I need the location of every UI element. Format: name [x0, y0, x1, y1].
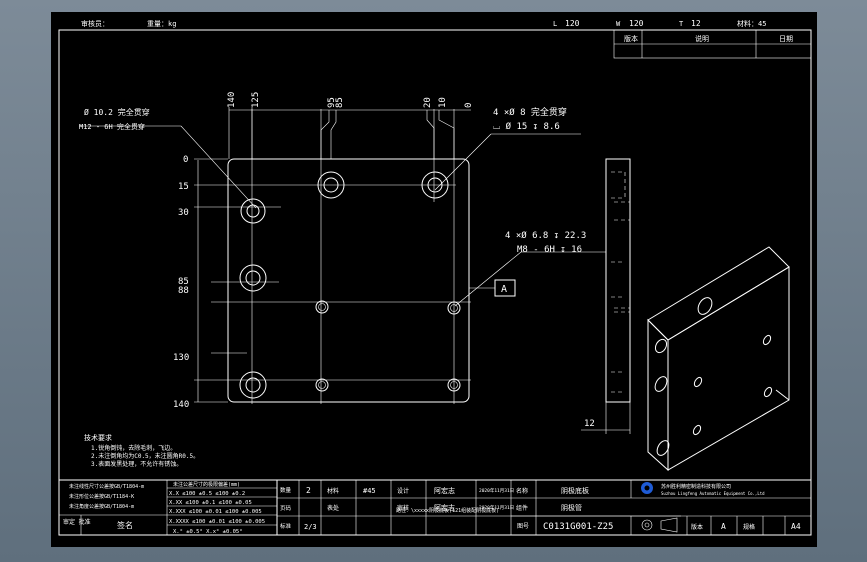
title-block: 数量 2 材料 #45 设计 阿宏志 2020年11月31日 名称 阴极底板 苏…: [276, 479, 812, 536]
callout-cbore-line2: ⌴ Ø 15 ↧ 8.6: [493, 121, 560, 132]
notes-line-2: 2.未注倒角均为C0.5，未注圆角R0.5。: [91, 452, 199, 460]
rev-header-desc: 说明: [695, 34, 709, 43]
m8-hole-1: [315, 300, 329, 314]
tb-design-date: 2020年11月31日: [479, 487, 514, 494]
tol-left-3: 未注角度公差按GB/T1804-m: [69, 503, 134, 510]
plate-outline: [227, 158, 470, 403]
rev-header-date: 日期: [779, 35, 793, 43]
top-w-label: W: [616, 20, 621, 28]
dim-side-12: 12: [584, 419, 595, 429]
top-material: 材料：45: [737, 19, 766, 28]
tb-assembly-label: 组件: [516, 504, 528, 512]
iso-hole-3: [762, 334, 772, 346]
tb-version-value: A: [721, 522, 726, 531]
callout-m12-line1: Ø 10.2 完全贯穿: [84, 107, 150, 117]
top-l-value: 120: [565, 19, 580, 28]
tb-part-no-label: 图号: [517, 523, 529, 530]
tb-part-name: 阴极底板: [561, 486, 589, 495]
drawing-canvas: 审核员： 重量：kg L 120 W 120 T 12 材料：45 版本 说明 …: [58, 19, 812, 536]
tb-qty-value: 2: [306, 486, 311, 495]
iso-hole-8: [656, 440, 670, 456]
callout-m8-line1: 4 ×Ø 6.8 ↧ 22.3: [505, 230, 586, 241]
projection-symbol-icon: [641, 517, 678, 533]
iso-hole-6: [763, 386, 773, 398]
dim-left-130: 130: [173, 353, 189, 363]
callout-m12-line2: M12 - 6H 完全贯穿: [79, 122, 145, 131]
tol-row-5: X.° ±0.5° X.x° ±0.05°: [173, 529, 243, 535]
iso-hole-4: [654, 376, 668, 392]
tb-size-value: A4: [791, 522, 801, 531]
m8-hole-3: [315, 378, 329, 392]
tb-company-en: Suzhou Lingfeng Automatic Equipment Co.,…: [661, 491, 765, 496]
tol-row-4: X.XXXX ≤100 ±0.01 ≤100 ±0.005: [169, 519, 265, 525]
top-w-value: 120: [629, 19, 644, 28]
notes-line-3: 3.表面发黑处理，不允许有锈蚀。: [91, 460, 182, 468]
tb-version-label: 版本: [691, 523, 703, 531]
tb-page-label: 页码: [280, 504, 292, 512]
tolerance-table: 未注线性尺寸公差按GB/T1804-m 未注形位公差按GB/T1184-K 未注…: [58, 479, 278, 536]
datum-label: A: [501, 284, 507, 295]
tol-approve-label: 审定 批准: [63, 518, 91, 526]
iso-hole-2: [654, 338, 668, 354]
technical-notes: 技术要求 1.锐角倒钝，去除毛刺，飞边。 2.未注倒角均为C0.5，未注圆角R0…: [84, 433, 199, 468]
side-view: 12: [581, 158, 631, 434]
tb-material-value: #45: [363, 487, 376, 495]
tol-left-2: 未注形位公差按GB/T1184-K: [69, 493, 134, 500]
drawing-sheet: 审核员： 重量：kg L 120 W 120 T 12 材料：45 版本 说明 …: [51, 12, 817, 547]
side-view-outline: [605, 158, 631, 403]
tb-material-label: 材料: [327, 487, 339, 495]
company-logo-icon: [641, 482, 653, 494]
tb-surface-label: 表处: [327, 504, 339, 512]
tol-row-3: X.XXX ≤100 ±0.01 ≤100 ±0.005: [169, 509, 262, 515]
isometric-view: [647, 246, 790, 472]
tol-approve-value: 签名: [117, 520, 133, 530]
iso-hole-5: [693, 376, 703, 388]
dim-top-140: 140: [227, 92, 237, 108]
callout-cbore-line1: 4 ×Ø 8 完全贯穿: [493, 106, 567, 118]
top-label-a: 审核员：: [81, 19, 109, 28]
cad-viewport: 审核员： 重量：kg L 120 W 120 T 12 材料：45 版本 说明 …: [0, 0, 867, 562]
dim-top-10: 10: [438, 97, 448, 108]
iso-top-edge: [647, 246, 790, 341]
tol-header: 未注公差尺寸的极限偏差(mm): [173, 481, 240, 488]
tb-qty-label: 数量: [280, 486, 292, 494]
tol-row-2: X.XX ≤100 ±0.1 ≤100 ±0.05: [169, 500, 252, 506]
tb-company-cn: 苏州胜利精密制造科技有限公司: [661, 483, 731, 490]
top-t-value: 12: [691, 19, 701, 28]
top-label-b: 重量：kg: [147, 20, 176, 28]
tb-name-label: 名称: [516, 487, 528, 495]
dim-left-140: 140: [173, 400, 189, 410]
tb-page-value: 2/3: [304, 523, 317, 531]
top-l-label: L: [553, 20, 557, 28]
top-t-label: T: [679, 20, 684, 28]
dim-top-20: 20: [423, 97, 433, 108]
tb-part-no: C0131G001-Z25: [543, 522, 613, 532]
dim-top-85: 85: [335, 97, 345, 108]
tol-row-1: X.X ≤100 ±0.5 ≤100 ±0.2: [169, 491, 245, 497]
tb-designer: 阿宏志: [434, 486, 455, 495]
rev-header-version: 版本: [624, 34, 638, 43]
cbore-hole-bottom-left: [239, 371, 267, 399]
tb-size-label: 规格: [743, 523, 755, 531]
callout-m8-line2: M8 - 6H ↧ 16: [517, 245, 582, 255]
cbore-hole-mid-left: [239, 264, 267, 292]
tol-left-1: 未注线性尺寸公差按GB/T1804-m: [69, 483, 144, 490]
dim-top-0: 0: [464, 103, 474, 108]
dim-left-15: 15: [178, 182, 189, 192]
notes-line-1: 1.锐角倒钝，去除毛刺，飞边。: [91, 444, 176, 452]
iso-hole-7: [692, 424, 702, 436]
tb-path-visible: 路径：\xxxxx阴极底板(121组装配阴极底板): [396, 507, 499, 514]
notes-heading: 技术要求: [84, 433, 112, 442]
m12-hole: [240, 198, 266, 224]
tb-standard-label: 标准: [280, 522, 292, 530]
dim-left-30: 30: [178, 208, 189, 218]
dim-top-125: 125: [251, 92, 261, 108]
dim-left-88: 88: [178, 286, 189, 296]
dim-left-0: 0: [183, 155, 188, 165]
revision-table: 版本 说明 日期: [613, 29, 812, 59]
tb-design-label: 设计: [397, 487, 409, 495]
